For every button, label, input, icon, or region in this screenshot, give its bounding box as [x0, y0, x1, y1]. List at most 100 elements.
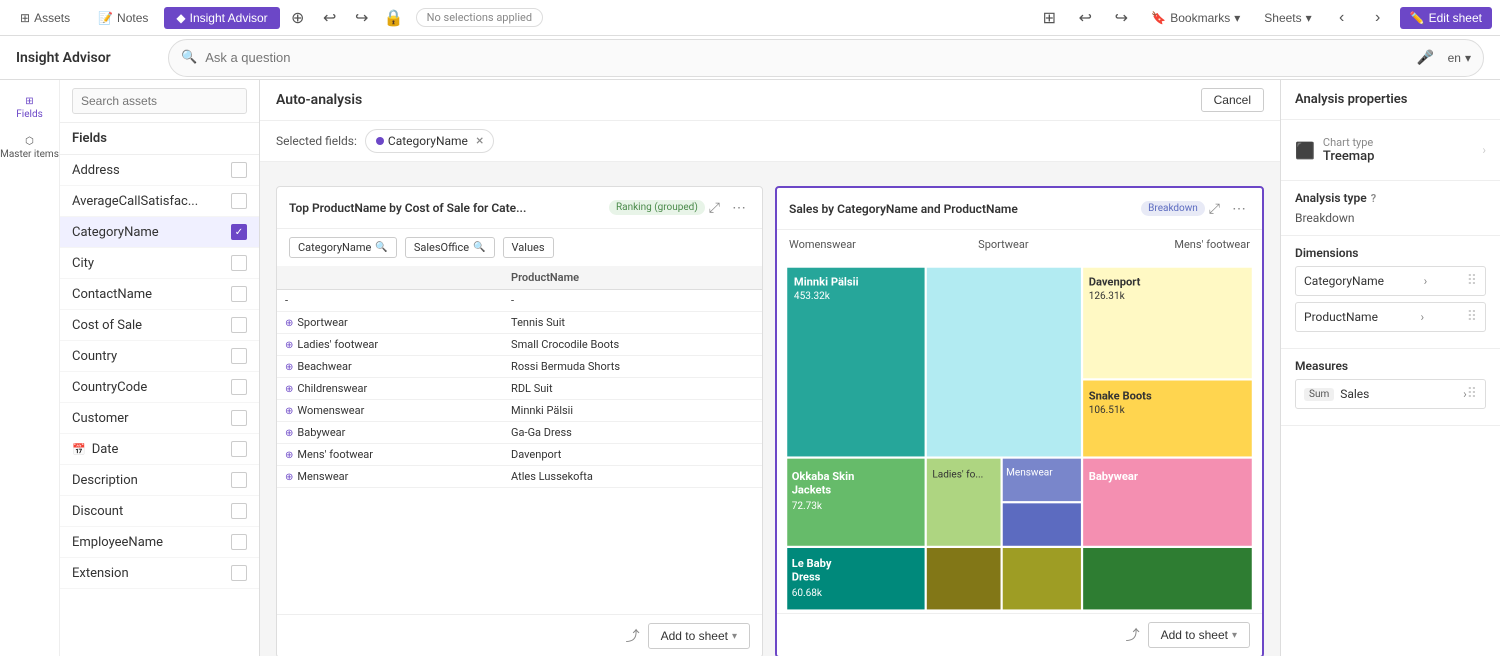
table-cell-category: ⊕Ladies' footwear	[277, 334, 503, 356]
field-checkbox[interactable]	[231, 286, 247, 302]
filter-search-icon-1: 🔍	[375, 242, 387, 253]
lock-btn[interactable]: 🔒	[380, 4, 408, 32]
right-chart-expand-btn[interactable]: ⤢	[1205, 198, 1224, 219]
treemap-menswear-bot[interactable]	[1003, 503, 1081, 545]
field-item[interactable]: Extension	[60, 558, 259, 589]
field-item[interactable]: 📅 Date	[60, 434, 259, 465]
treemap-label-mens-footwear: Mens' footwear	[1079, 238, 1250, 251]
calendar-icon: 📅	[72, 443, 86, 456]
field-item[interactable]: Discount	[60, 496, 259, 527]
microphone-btn[interactable]: 🎤	[1412, 44, 1440, 72]
dimension-item-category[interactable]: CategoryName › ⠿	[1295, 266, 1486, 296]
redo-btn[interactable]: ↪	[348, 4, 376, 32]
no-selections-badge: No selections applied	[416, 8, 543, 27]
field-checkbox[interactable]	[231, 565, 247, 581]
table-cell-category: ⊕Sportwear	[277, 312, 503, 334]
treemap-davenport-label: Davenport	[1089, 276, 1141, 289]
selected-fields-bar: Selected fields: CategoryName ×	[260, 121, 1280, 162]
measure-drag-handle[interactable]: ⠿	[1467, 386, 1477, 402]
field-checkbox[interactable]	[231, 534, 247, 550]
undo2-btn[interactable]: ↩	[1071, 4, 1099, 32]
field-item[interactable]: Country	[60, 341, 259, 372]
sheets-btn[interactable]: Sheets ▾	[1256, 7, 1319, 29]
field-checkbox[interactable]	[231, 441, 247, 457]
field-item[interactable]: AverageCallSatisfac...	[60, 186, 259, 217]
field-checkbox[interactable]: ✓	[231, 224, 247, 240]
row-expand-icon[interactable]: ⊕	[285, 428, 293, 439]
redo2-btn[interactable]: ↪	[1107, 4, 1135, 32]
field-item[interactable]: EmployeeName	[60, 527, 259, 558]
bookmarks-btn[interactable]: 🔖 Bookmarks ▾	[1143, 7, 1248, 29]
field-item[interactable]: CategoryName✓	[60, 217, 259, 248]
field-item[interactable]: ContactName	[60, 279, 259, 310]
left-share-btn[interactable]: ⤴	[626, 626, 640, 646]
grid-view-btn[interactable]: ⊞	[1035, 4, 1063, 32]
treemap-sportwear[interactable]	[927, 267, 1081, 457]
edit-sheet-btn[interactable]: ✏️ Edit sheet	[1400, 7, 1492, 29]
help-icon[interactable]: ?	[1371, 192, 1376, 205]
next-sheet-btn[interactable]: ›	[1364, 4, 1392, 32]
field-checkbox[interactable]	[231, 255, 247, 271]
field-item[interactable]: CountryCode	[60, 372, 259, 403]
treemap-bottom-mid1[interactable]	[927, 548, 1001, 611]
notes-tab[interactable]: 📝 Notes	[86, 7, 160, 29]
right-add-to-sheet-btn[interactable]: Add to sheet ▾	[1148, 622, 1250, 648]
field-checkbox[interactable]	[231, 193, 247, 209]
field-checkbox[interactable]	[231, 472, 247, 488]
filter-chip-category[interactable]: CategoryName 🔍	[289, 237, 397, 258]
table-row: --	[277, 290, 762, 312]
ask-question-input[interactable]	[205, 50, 1403, 65]
sidebar-item-fields[interactable]: ⊞ Fields	[0, 88, 59, 128]
field-checkbox[interactable]	[231, 317, 247, 333]
field-item[interactable]: Description	[60, 465, 259, 496]
row-expand-icon[interactable]: ⊕	[285, 406, 293, 417]
right-share-btn[interactable]: ⤴	[1126, 625, 1140, 645]
assets-tab[interactable]: ⊞ Assets	[8, 7, 82, 29]
field-item[interactable]: Address	[60, 155, 259, 186]
content-area: Auto-analysis Cancel Selected fields: Ca…	[260, 80, 1280, 656]
search-assets-input[interactable]	[72, 88, 247, 114]
chip-dot	[376, 137, 384, 145]
field-item[interactable]: Customer	[60, 403, 259, 434]
right-chart-more-btn[interactable]: ⋯	[1228, 198, 1250, 219]
field-checkbox[interactable]	[231, 503, 247, 519]
row-expand-icon[interactable]: ⊕	[285, 318, 293, 329]
row-expand-icon[interactable]: ⊕	[285, 450, 293, 461]
field-item[interactable]: Cost of Sale	[60, 310, 259, 341]
chip-remove-btn[interactable]: ×	[476, 133, 483, 149]
prev-sheet-btn[interactable]: ‹	[1328, 4, 1356, 32]
chart-type-item[interactable]: ⬛ Chart type Treemap ›	[1295, 130, 1486, 170]
field-item[interactable]: City	[60, 248, 259, 279]
field-item-label: Date	[92, 442, 231, 457]
drag-handle-1[interactable]: ⠿	[1467, 273, 1477, 289]
filter-chip-values[interactable]: Values	[503, 237, 554, 258]
cancel-button[interactable]: Cancel	[1201, 88, 1264, 112]
field-checkbox[interactable]	[231, 410, 247, 426]
left-chart-expand-btn[interactable]: ⤢	[705, 197, 724, 218]
row-expand-icon[interactable]: ⊕	[285, 384, 293, 395]
treemap-menswear-top[interactable]	[1003, 459, 1081, 501]
drag-handle-2[interactable]: ⠿	[1467, 309, 1477, 325]
field-item-label: Cost of Sale	[72, 318, 231, 333]
field-checkbox[interactable]	[231, 348, 247, 364]
filter-chip-salesoffice[interactable]: SalesOffice 🔍	[405, 237, 495, 258]
left-chart-more-btn[interactable]: ⋯	[728, 197, 750, 218]
dimension-item-product[interactable]: ProductName › ⠿	[1295, 302, 1486, 332]
field-item-label: EmployeeName	[72, 535, 231, 550]
analysis-type-header: Analysis type ?	[1295, 191, 1486, 205]
treemap-bottom-mid2[interactable]	[1003, 548, 1081, 611]
undo-btn[interactable]: ↩	[316, 4, 344, 32]
row-expand-icon[interactable]: ⊕	[285, 340, 293, 351]
insight-advisor-tab[interactable]: ◆ Insight Advisor	[164, 7, 279, 29]
row-expand-icon[interactable]: ⊕	[285, 472, 293, 483]
left-add-to-sheet-btn[interactable]: Add to sheet ▾	[648, 623, 750, 649]
field-checkbox[interactable]	[231, 379, 247, 395]
treemap-okkaba-label: Okkaba Skin	[792, 470, 855, 483]
measure-item-sales[interactable]: Sum Sales › ⠿	[1295, 379, 1486, 409]
language-selector[interactable]: en ▾	[1448, 51, 1471, 65]
row-expand-icon[interactable]: ⊕	[285, 362, 293, 373]
field-checkbox[interactable]	[231, 162, 247, 178]
zoom-btn[interactable]: ⊕	[284, 4, 312, 32]
sidebar-item-master-items[interactable]: ⬡ Master items	[0, 128, 59, 168]
treemap-bottom-right[interactable]	[1083, 548, 1253, 611]
